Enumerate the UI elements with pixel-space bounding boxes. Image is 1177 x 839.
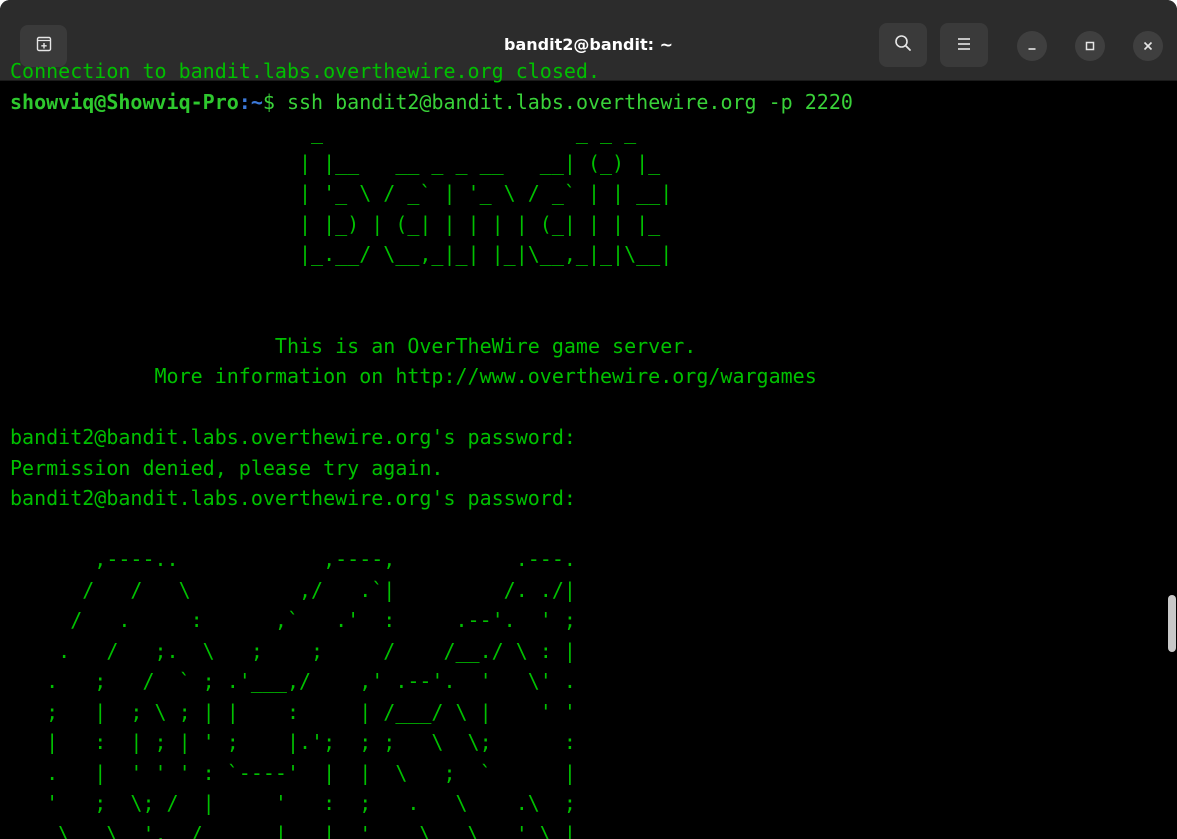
info-message: More information on http://www.overthewi… [10,364,817,388]
logo-art-line: . ; / ` ; .'___,/ ,' .--'. ' \' . [10,669,576,693]
terminal-line-closed-message: Connection to bandit.labs.overthewire.or… [10,59,601,83]
logo-art-line: | : | ; | ' ; |.'; ; ; \ \; : [10,730,576,754]
prompt-path: ~ [250,89,263,114]
logo-art-line: / . : ,` .' : .--'. ' ; [10,608,576,632]
logo-art-line: ; | ; \ ; | | : | /___/ \ | ' ' [10,699,576,724]
terminal-output[interactable]: Connection to bandit.labs.overthewire.or… [10,56,1160,839]
prompt-symbol: $ [262,89,287,114]
terminal-scrollbar[interactable] [1168,595,1176,652]
banner-art-line: _ _ _ _ [10,120,637,144]
maximize-icon [1084,37,1096,56]
banner-art-line: | |__ __ _ _ __ __| (_) |_ [10,150,661,175]
welcome-message: This is an OverTheWire game server. [10,333,697,358]
permission-denied-message: Permission denied, please try again. [10,455,444,480]
prompt-user-host: showviq@Showviq-Pro [10,89,239,114]
prompt-separator: : [238,89,251,114]
logo-art-line: . | ' ' ' : `----' | | \ ; ` | [10,760,576,785]
logo-art-line: ' ; \; / | ' : ; . \ .\ ; [10,791,576,815]
minimize-icon [1026,37,1038,56]
banner-art-line: | '_ \ / _` | '_ \ / _` | | __| [10,181,673,205]
logo-art-line: \ \ ', / | | ' \ \ ' \ | [10,821,576,839]
logo-art-line: . / ;. \ ; ; / /__./ \ : | [10,638,576,663]
ssh-command: ssh bandit2@bandit.labs.overthewire.org … [286,89,853,114]
hamburger-menu-icon [956,36,972,55]
close-icon [1142,37,1154,56]
terminal-prompt-line: showviq@Showviq-Pro:~$ ssh bandit2@bandi… [10,87,1160,118]
logo-art-line: ,----.. ,----, .---. [10,547,576,571]
banner-art-line: |_.__/ \__,_|_| |_|\__,_|_|\__| [10,242,673,266]
terminal-window: bandit2@bandit: ~ Connection to bandit.l… [0,0,1177,839]
password-prompt: bandit2@bandit.labs.overthewire.org's pa… [10,486,576,510]
banner-art-line: | |_) | (_| | | | | (_| | | |_ [10,211,661,236]
logo-art-line: / / \ ,/ .`| /. ./| [10,577,576,602]
search-icon [894,34,912,56]
window-title: bandit2@bandit: ~ [504,35,673,54]
password-prompt: bandit2@bandit.labs.overthewire.org's pa… [10,425,576,449]
